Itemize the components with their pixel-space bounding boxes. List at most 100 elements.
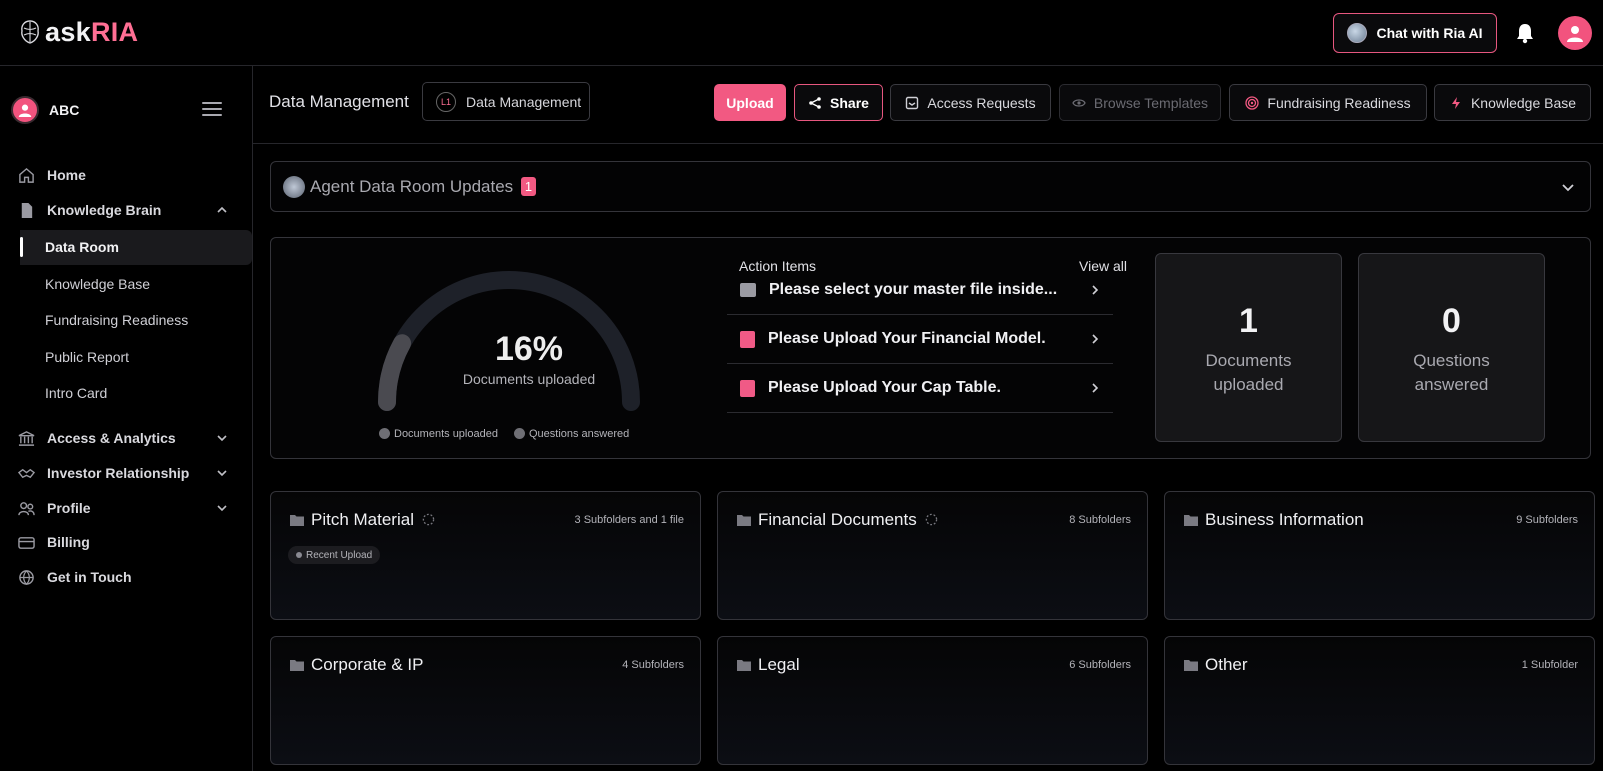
folder-card-legal[interactable]: Legal 6 Subfolders bbox=[717, 636, 1148, 765]
folder-meta: 3 Subfolders and 1 file bbox=[574, 514, 684, 526]
active-indicator bbox=[20, 237, 23, 257]
breadcrumb-label: Data Management bbox=[466, 93, 582, 110]
folder-meta: 6 Subfolders bbox=[1069, 659, 1131, 671]
sidebar-item-label: Investor Relationship bbox=[47, 465, 190, 481]
action-item[interactable]: Please Upload Your Financial Model. bbox=[727, 315, 1113, 364]
action-item-label: Please Upload Your Financial Model. bbox=[768, 330, 1046, 347]
sidebar-item-label: Knowledge Brain bbox=[47, 202, 162, 218]
askria-logo[interactable]: askRIA bbox=[18, 17, 138, 47]
sidebar-item-investor-relationship[interactable]: Investor Relationship bbox=[18, 461, 189, 485]
sidebar-item-label: Home bbox=[47, 167, 86, 183]
chevron-right-icon bbox=[1092, 383, 1099, 393]
loading-icon bbox=[925, 513, 938, 526]
folder-name: Pitch Material bbox=[311, 510, 435, 530]
action-item-label: Please Upload Your Cap Table. bbox=[768, 379, 1001, 396]
sidebar-item-label: Billing bbox=[47, 534, 90, 550]
sidebar-item-knowledge-brain[interactable]: Knowledge Brain bbox=[18, 198, 161, 222]
stat-card-documents: 1 Documents uploaded bbox=[1155, 253, 1342, 442]
stat-label: Questions answered bbox=[1359, 349, 1544, 397]
folder-card-other[interactable]: Other 1 Subfolder bbox=[1164, 636, 1595, 765]
bell-icon[interactable] bbox=[1515, 22, 1535, 44]
share-button[interactable]: Share bbox=[794, 84, 883, 121]
logo-text-ria: RIA bbox=[90, 16, 139, 47]
inbox-icon bbox=[906, 96, 919, 109]
folder-card-corporate-ip[interactable]: Corporate & IP 4 Subfolders bbox=[270, 636, 701, 765]
chat-with-ria-button[interactable]: Chat with Ria AI bbox=[1333, 13, 1497, 53]
users-icon bbox=[18, 501, 35, 515]
user-avatar[interactable] bbox=[1558, 16, 1592, 50]
chevron-up-icon[interactable] bbox=[216, 204, 228, 216]
fundraising-readiness-label: Fundraising Readiness bbox=[1267, 94, 1411, 111]
page-title: Data Management bbox=[269, 92, 409, 111]
stat-value: 0 bbox=[1442, 302, 1461, 340]
progress-percent: 16% bbox=[494, 330, 564, 368]
sidebar-item-access-analytics[interactable]: Access & Analytics bbox=[18, 426, 176, 450]
progress-sub-label: Documents uploaded bbox=[462, 371, 596, 387]
legend-item: Documents uploaded bbox=[379, 428, 498, 440]
folder-meta: 1 Subfolder bbox=[1521, 659, 1578, 671]
user-icon bbox=[18, 104, 32, 117]
chat-button-label: Chat with Ria AI bbox=[1376, 25, 1483, 41]
chevron-right-icon bbox=[1092, 285, 1099, 295]
agent-updates-panel[interactable]: Agent Data Room Updates 1 bbox=[270, 161, 1591, 212]
browse-templates-button[interactable]: Browse Templates bbox=[1059, 84, 1221, 121]
sidebar: ABC Home Knowledge Brain Data Room Knowl… bbox=[0, 66, 253, 771]
sidebar-subitem-knowledge-base[interactable]: Knowledge Base bbox=[45, 276, 150, 292]
share-button-label: Share bbox=[830, 94, 869, 111]
action-item[interactable]: Please select your master file inside... bbox=[727, 266, 1113, 315]
sidebar-profile[interactable]: ABC bbox=[11, 96, 79, 124]
profile-avatar bbox=[11, 96, 39, 124]
bank-icon bbox=[18, 430, 35, 446]
chevron-down-icon[interactable] bbox=[216, 502, 228, 514]
stat-label-line: answered bbox=[1414, 375, 1489, 394]
sidebar-subitem-data-room[interactable]: Data Room bbox=[45, 239, 119, 255]
sidebar-subitem-public-report[interactable]: Public Report bbox=[45, 349, 129, 365]
chevron-down-icon[interactable] bbox=[1560, 179, 1576, 195]
legend-dot bbox=[379, 428, 390, 439]
folder-name: Business Information bbox=[1205, 510, 1364, 529]
folder-name: Financial Documents bbox=[758, 510, 938, 530]
page-header: Data Management L1 Data Management Uploa… bbox=[253, 66, 1603, 144]
eye-icon bbox=[1072, 98, 1086, 107]
access-requests-button[interactable]: Access Requests bbox=[890, 84, 1051, 121]
sidebar-subitem-fundraising-readiness[interactable]: Fundraising Readiness bbox=[45, 312, 188, 328]
breadcrumb[interactable]: L1 Data Management bbox=[422, 82, 590, 121]
folder-name-text: Pitch Material bbox=[311, 510, 414, 529]
folder-card-financial-documents[interactable]: Financial Documents 8 Subfolders bbox=[717, 491, 1148, 620]
access-requests-label: Access Requests bbox=[927, 94, 1036, 111]
level-badge: L1 bbox=[436, 91, 456, 112]
stat-label-line: uploaded bbox=[1213, 375, 1284, 394]
sidebar-item-home[interactable]: Home bbox=[18, 163, 86, 187]
lightning-icon bbox=[1451, 96, 1460, 109]
legend-label: Documents uploaded bbox=[394, 428, 498, 440]
stat-label-line: Questions bbox=[1413, 351, 1490, 370]
sidebar-item-label: Get in Touch bbox=[47, 569, 132, 585]
folder-icon bbox=[737, 660, 751, 671]
action-item[interactable]: Please Upload Your Cap Table. bbox=[727, 364, 1113, 413]
sidebar-subitem-intro-card[interactable]: Intro Card bbox=[45, 385, 107, 401]
menu-toggle-icon[interactable] bbox=[202, 102, 222, 118]
chevron-down-icon[interactable] bbox=[216, 467, 228, 479]
chevron-down-icon[interactable] bbox=[216, 432, 228, 444]
agent-icon bbox=[283, 176, 305, 198]
upload-button-label: Upload bbox=[726, 94, 774, 111]
legend-label: Questions answered bbox=[528, 428, 630, 440]
logo-text-ask: ask bbox=[45, 16, 91, 47]
sidebar-item-get-in-touch[interactable]: Get in Touch bbox=[18, 565, 132, 589]
folder-name: Corporate & IP bbox=[311, 655, 424, 674]
file-upload-icon bbox=[740, 379, 755, 397]
folder-card-business-information[interactable]: Business Information 9 Subfolders bbox=[1164, 491, 1595, 620]
folder-name-text: Financial Documents bbox=[758, 510, 917, 529]
folder-card-pitch-material[interactable]: Pitch Material 3 Subfolders and 1 file R… bbox=[270, 491, 701, 620]
document-icon bbox=[740, 283, 756, 297]
sidebar-item-billing[interactable]: Billing bbox=[18, 530, 90, 554]
folder-icon bbox=[1184, 660, 1198, 671]
ria-avatar-icon bbox=[1347, 23, 1368, 43]
fundraising-readiness-button[interactable]: Fundraising Readiness bbox=[1229, 84, 1427, 121]
sidebar-item-profile[interactable]: Profile bbox=[18, 496, 91, 520]
sidebar-item-label: Profile bbox=[47, 500, 91, 516]
brain-logo-icon bbox=[21, 20, 39, 44]
knowledge-base-button[interactable]: Knowledge Base bbox=[1434, 84, 1591, 121]
upload-button[interactable]: Upload bbox=[714, 84, 786, 121]
logo-text: askRIA bbox=[45, 17, 138, 48]
